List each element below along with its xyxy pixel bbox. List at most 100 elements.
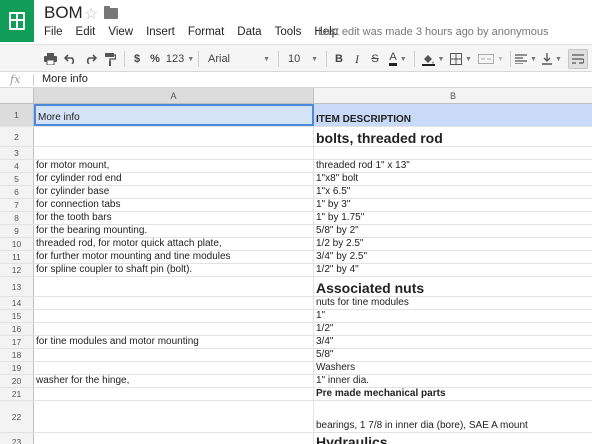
- undo-icon[interactable]: [62, 49, 78, 69]
- row-header[interactable]: 1: [0, 104, 34, 126]
- cell-a[interactable]: for the bearing mounting.: [34, 225, 314, 237]
- menu-insert[interactable]: Insert: [146, 26, 175, 38]
- cell-b[interactable]: 1" by 1.75": [314, 212, 592, 224]
- cell-a[interactable]: [34, 323, 314, 335]
- row-header[interactable]: 3: [0, 147, 34, 159]
- italic-button[interactable]: I: [350, 49, 364, 69]
- cell-b[interactable]: 3/4": [314, 336, 592, 348]
- font-size-dropdown[interactable]: 10 ▼: [284, 49, 322, 69]
- cell-a[interactable]: [34, 147, 314, 159]
- row-header[interactable]: 10: [0, 238, 34, 250]
- cell-b[interactable]: threaded rod 1" x 13": [314, 160, 592, 172]
- sheets-logo-icon[interactable]: [0, 0, 34, 42]
- number-format-dropdown[interactable]: 123 ▼: [166, 49, 194, 69]
- cell-a[interactable]: [34, 388, 314, 400]
- row-header[interactable]: 2: [0, 127, 34, 146]
- cell-a[interactable]: [34, 277, 314, 296]
- cell-b[interactable]: 1"x 6.5": [314, 186, 592, 198]
- menu-view[interactable]: View: [108, 26, 133, 38]
- cell-a[interactable]: [34, 310, 314, 322]
- cell-a[interactable]: [34, 362, 314, 374]
- row-header[interactable]: 14: [0, 297, 34, 309]
- cell-a[interactable]: for tine modules and motor mounting: [34, 336, 314, 348]
- row-header[interactable]: 15: [0, 310, 34, 322]
- cell-a[interactable]: [34, 297, 314, 309]
- cell-b[interactable]: Pre made mechanical parts: [314, 388, 592, 400]
- row-header[interactable]: 21: [0, 388, 34, 400]
- column-header-a[interactable]: A: [34, 88, 314, 104]
- cell-b[interactable]: 1" inner dia.: [314, 375, 592, 387]
- column-header-b[interactable]: B: [314, 88, 592, 104]
- cell-a[interactable]: for spline coupler to shaft pin (bolt).: [34, 264, 314, 276]
- cell-b[interactable]: ITEM DESCRIPTION: [314, 104, 592, 126]
- star-icon[interactable]: ☆: [84, 4, 98, 24]
- row-header[interactable]: 13: [0, 277, 34, 296]
- cell-a[interactable]: washer for the hinge,: [34, 375, 314, 387]
- cell-b[interactable]: bolts, threaded rod: [314, 127, 592, 146]
- last-edit-status[interactable]: Last edit was made 3 hours ago by anonym…: [318, 26, 549, 38]
- horizontal-align-button[interactable]: ▼: [514, 49, 538, 69]
- row-header[interactable]: 16: [0, 323, 34, 335]
- strikethrough-button[interactable]: S: [368, 49, 382, 69]
- currency-format-button[interactable]: $: [130, 49, 144, 69]
- select-all-corner[interactable]: [0, 88, 34, 104]
- menu-file[interactable]: File: [44, 26, 63, 38]
- cell-a[interactable]: for motor mount,: [34, 160, 314, 172]
- folder-icon[interactable]: [104, 6, 118, 19]
- cell-b[interactable]: 1/2": [314, 323, 592, 335]
- cell-b[interactable]: bearings, 1 7/8 in inner dia (bore), SAE…: [314, 401, 592, 432]
- cell-b[interactable]: 1" by 3": [314, 199, 592, 211]
- cell-b[interactable]: 1": [314, 310, 592, 322]
- cell-a[interactable]: for cylinder rod end: [34, 173, 314, 185]
- row-header[interactable]: 8: [0, 212, 34, 224]
- fill-color-button[interactable]: ▼: [420, 49, 446, 69]
- row-header[interactable]: 6: [0, 186, 34, 198]
- text-wrap-button[interactable]: [568, 49, 588, 69]
- text-color-button[interactable]: A ▼: [386, 49, 410, 69]
- menu-tools[interactable]: Tools: [275, 26, 302, 38]
- cell-a[interactable]: [34, 349, 314, 361]
- row-header[interactable]: 4: [0, 160, 34, 172]
- cell-b[interactable]: Washers: [314, 362, 592, 374]
- row-header[interactable]: 5: [0, 173, 34, 185]
- row-header[interactable]: 22: [0, 401, 34, 432]
- row-header[interactable]: 19: [0, 362, 34, 374]
- menu-data[interactable]: Data: [237, 26, 261, 38]
- cell-b[interactable]: Associated nuts: [314, 277, 592, 296]
- cell-b[interactable]: 1/2 by 2.5": [314, 238, 592, 250]
- percent-format-button[interactable]: %: [148, 49, 162, 69]
- cell-b[interactable]: [314, 147, 592, 159]
- cell-a[interactable]: More info: [34, 104, 314, 126]
- borders-button[interactable]: ▼: [448, 49, 474, 69]
- formula-input[interactable]: More info: [42, 73, 88, 85]
- cell-b[interactable]: 3/4" by 2.5": [314, 251, 592, 263]
- cell-b[interactable]: Hydraulics: [314, 433, 592, 444]
- row-header[interactable]: 23: [0, 433, 34, 444]
- row-header[interactable]: 12: [0, 264, 34, 276]
- document-title[interactable]: BOM: [44, 3, 83, 23]
- cell-b[interactable]: 5/8" by 2": [314, 225, 592, 237]
- font-family-dropdown[interactable]: Arial ▼: [204, 49, 274, 69]
- cell-a[interactable]: [34, 401, 314, 432]
- cell-b[interactable]: 5/8": [314, 349, 592, 361]
- redo-icon[interactable]: [82, 49, 98, 69]
- cell-b[interactable]: nuts for tine modules: [314, 297, 592, 309]
- print-icon[interactable]: [42, 49, 58, 69]
- cell-b[interactable]: 1/2" by 4": [314, 264, 592, 276]
- cell-a[interactable]: for the tooth bars: [34, 212, 314, 224]
- row-header[interactable]: 11: [0, 251, 34, 263]
- menu-edit[interactable]: Edit: [76, 26, 96, 38]
- bold-button[interactable]: B: [332, 49, 346, 69]
- paint-format-icon[interactable]: [102, 49, 118, 69]
- merge-cells-button[interactable]: ▼: [476, 49, 506, 69]
- row-header[interactable]: 18: [0, 349, 34, 361]
- cell-a[interactable]: for cylinder base: [34, 186, 314, 198]
- row-header[interactable]: 17: [0, 336, 34, 348]
- vertical-align-button[interactable]: ▼: [540, 49, 564, 69]
- cell-b[interactable]: 1"x8" bolt: [314, 173, 592, 185]
- menu-format[interactable]: Format: [188, 26, 224, 38]
- cell-a[interactable]: for connection tabs: [34, 199, 314, 211]
- cell-a[interactable]: for further motor mounting and tine modu…: [34, 251, 314, 263]
- cell-a[interactable]: [34, 433, 314, 444]
- cell-a[interactable]: [34, 127, 314, 146]
